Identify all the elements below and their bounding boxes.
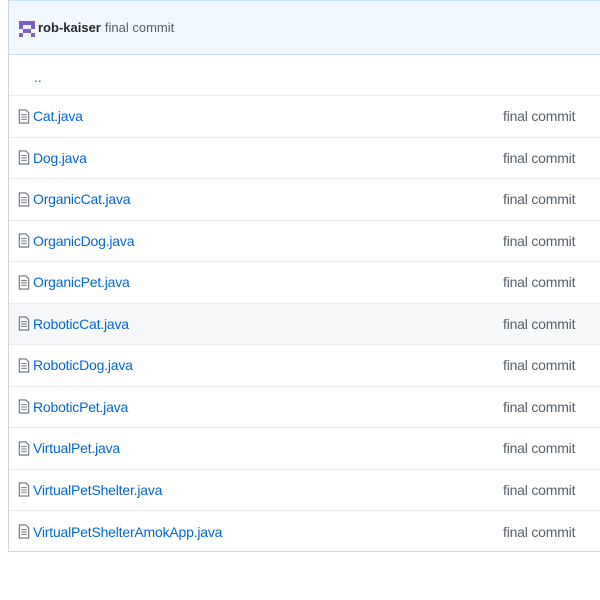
file-name-link[interactable]: VirtualPetShelter.java <box>33 482 162 498</box>
file-row[interactable]: OrganicPet.java final commit <box>9 262 600 304</box>
parent-directory-link[interactable]: .. <box>34 69 42 85</box>
file-commit-message[interactable]: final commit <box>503 233 575 249</box>
file-commit-message[interactable]: final commit <box>503 150 575 166</box>
parent-directory-row[interactable]: .. <box>9 55 600 96</box>
file-row[interactable]: Cat.java final commit <box>9 96 600 138</box>
file-icon <box>18 150 30 165</box>
file-commit-message[interactable]: final commit <box>503 482 575 498</box>
file-icon <box>18 233 30 248</box>
file-icon <box>18 524 30 539</box>
file-row[interactable]: VirtualPetShelter.java final commit <box>9 470 600 511</box>
file-commit-message[interactable]: final commit <box>503 316 575 332</box>
file-commit-message[interactable]: final commit <box>503 399 575 415</box>
file-row[interactable]: OrganicCat.java final commit <box>9 179 600 221</box>
file-commit-message[interactable]: final commit <box>503 108 575 124</box>
file-commit-message[interactable]: final commit <box>503 274 575 290</box>
file-name-link[interactable]: VirtualPetShelterAmokApp.java <box>33 524 222 540</box>
file-row[interactable]: VirtualPet.java final commit <box>9 428 600 470</box>
latest-commit-header: rob-kaiser final commit <box>9 0 600 55</box>
file-row[interactable]: RoboticCat.java final commit <box>9 303 600 345</box>
file-icon <box>18 192 30 207</box>
file-commit-message[interactable]: final commit <box>503 440 575 456</box>
file-row[interactable]: RoboticPet.java final commit <box>9 387 600 428</box>
file-name-link[interactable]: Dog.java <box>33 150 87 166</box>
file-name-link[interactable]: OrganicCat.java <box>33 191 131 207</box>
file-icon <box>18 441 30 456</box>
file-icon <box>18 316 30 331</box>
file-name-link[interactable]: VirtualPet.java <box>33 440 120 456</box>
file-name-link[interactable]: RoboticCat.java <box>33 316 129 332</box>
file-commit-message[interactable]: final commit <box>503 191 575 207</box>
file-row[interactable]: RoboticDog.java final commit <box>9 345 600 387</box>
file-name-link[interactable]: RoboticDog.java <box>33 357 133 373</box>
file-row[interactable]: Dog.java final commit <box>9 138 600 179</box>
file-commit-message[interactable]: final commit <box>503 524 575 540</box>
avatar[interactable] <box>19 20 35 37</box>
file-icon <box>18 358 30 373</box>
commit-message[interactable]: final commit <box>105 20 174 35</box>
file-browser: rob-kaiser final commit .. Cat.java final… <box>8 0 600 552</box>
file-name-link[interactable]: RoboticPet.java <box>33 399 128 415</box>
file-name-link[interactable]: OrganicDog.java <box>33 233 134 249</box>
file-commit-message[interactable]: final commit <box>503 357 575 373</box>
file-row[interactable]: OrganicDog.java final commit <box>9 221 600 262</box>
file-icon <box>18 399 30 414</box>
file-name-link[interactable]: Cat.java <box>33 108 83 124</box>
file-icon <box>18 482 30 497</box>
file-icon <box>18 109 30 124</box>
file-name-link[interactable]: OrganicPet.java <box>33 274 130 290</box>
file-icon <box>18 275 30 290</box>
file-row[interactable]: VirtualPetShelterAmokApp.java final commi… <box>9 511 600 553</box>
commit-author[interactable]: rob-kaiser <box>38 20 101 35</box>
